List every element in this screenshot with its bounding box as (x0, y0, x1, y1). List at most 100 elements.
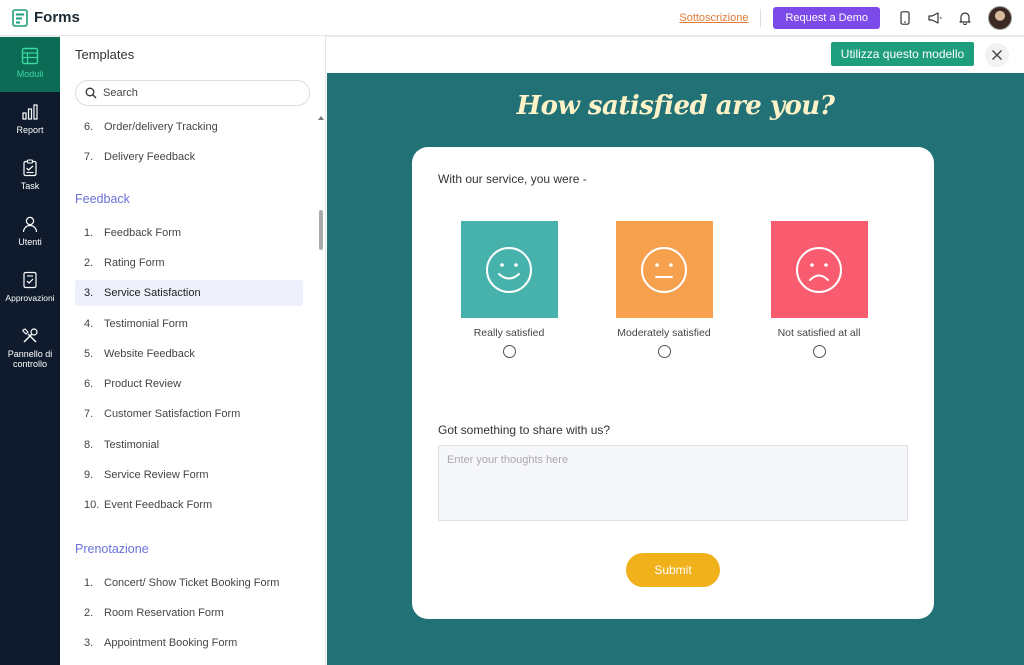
list-item[interactable]: 9. Service Review Form (75, 462, 303, 488)
table-icon (21, 47, 39, 65)
list-item[interactable]: 7. Delivery Feedback (75, 144, 303, 170)
rail-label: Report (16, 125, 44, 135)
item-number: 6. (84, 121, 94, 133)
list-item[interactable]: 6. Order/delivery Tracking (75, 114, 303, 140)
tools-icon (21, 327, 39, 345)
list-item[interactable]: 10. Event Feedback Form (75, 492, 303, 518)
search-box[interactable] (75, 80, 310, 106)
list-item[interactable]: 1. Concert/ Show Ticket Booking Form (75, 570, 303, 596)
item-label: Product Review (104, 378, 182, 390)
option-really-satisfied[interactable]: Really satisfied (431, 221, 587, 358)
rail-label: Task (20, 181, 40, 191)
rail-item-approvazioni[interactable]: Approvazioni (0, 260, 60, 316)
template-list: 6. Order/delivery Tracking 7. Delivery F… (60, 114, 318, 665)
subscription-link[interactable]: Sottoscrizione (679, 12, 748, 24)
submit-button[interactable]: Submit (626, 553, 720, 587)
item-label: Concert/ Show Ticket Booking Form (104, 577, 280, 589)
item-label: Service Satisfaction (104, 287, 201, 299)
search-input[interactable] (103, 87, 293, 99)
item-label: Appointment Booking Form (104, 637, 238, 649)
sad-face-icon[interactable] (770, 221, 868, 318)
question-label: With our service, you were - (438, 172, 587, 186)
use-template-button[interactable]: Utilizza questo modello (831, 42, 974, 66)
divider (760, 9, 762, 27)
radio-button[interactable] (812, 345, 826, 358)
scrollbar[interactable] (318, 114, 324, 665)
topbar-actions: Sottoscrizione Request a Demo (679, 0, 1012, 36)
bell-icon[interactable] (958, 11, 972, 25)
left-nav-rail: Moduli Report Task Utenti Approvazioni P… (0, 36, 60, 665)
radio-button[interactable] (502, 345, 516, 358)
thoughts-textarea[interactable] (438, 445, 908, 521)
mobile-icon[interactable] (898, 11, 912, 25)
list-item[interactable]: 6. Product Review (75, 371, 303, 397)
option-not-satisfied[interactable]: Not satisfied at all (741, 221, 897, 358)
section-title-feedback: Feedback (75, 192, 130, 206)
scroll-up-arrow-icon[interactable] (318, 116, 324, 120)
item-label: Testimonial (104, 439, 160, 451)
item-number: 4. (84, 318, 94, 330)
item-number: 2. (84, 257, 94, 269)
app-name: Forms (34, 9, 80, 26)
section-title-prenotazione: Prenotazione (75, 542, 149, 556)
rail-item-utenti[interactable]: Utenti (0, 204, 60, 260)
list-item-selected[interactable]: 3. Service Satisfaction (75, 280, 303, 306)
question-label: Got something to share with us? (438, 423, 611, 437)
item-number: 9. (84, 469, 94, 481)
item-label: Customer Satisfaction Form (104, 408, 241, 420)
bar-chart-icon (21, 103, 39, 121)
radio-button[interactable] (657, 345, 671, 358)
list-item[interactable]: 2. Rating Form (75, 250, 303, 276)
item-label: Order/delivery Tracking (104, 121, 218, 133)
item-label: Website Feedback (104, 348, 195, 360)
forms-logo-icon (12, 8, 28, 27)
item-number: 10. (84, 499, 100, 511)
list-item[interactable]: 2. Room Reservation Form (75, 600, 303, 626)
list-item[interactable]: 5. Website Feedback (75, 341, 303, 367)
list-item[interactable]: 1. Feedback Form (75, 220, 303, 246)
item-label: Rating Form (104, 257, 165, 269)
list-item[interactable]: 4. Testimonial Form (75, 311, 303, 337)
rail-item-report[interactable]: Report (0, 92, 60, 148)
rail-label: Moduli (16, 69, 44, 79)
option-moderately-satisfied[interactable]: Moderately satisfied (586, 221, 742, 358)
form-card: With our service, you were - Really sati… (412, 147, 934, 619)
rail-label: Utenti (18, 237, 42, 247)
item-number: 1. (84, 577, 94, 589)
clipboard-icon (21, 159, 39, 177)
neutral-face-icon[interactable] (615, 221, 713, 318)
rail-item-task[interactable]: Task (0, 148, 60, 204)
rail-item-moduli[interactable]: Moduli (0, 36, 60, 92)
megaphone-icon[interactable] (928, 11, 942, 25)
list-item[interactable]: 3. Appointment Booking Form (75, 630, 303, 656)
close-icon (992, 50, 1002, 60)
item-number: 3. (84, 287, 94, 299)
item-number: 6. (84, 378, 94, 390)
scrollbar-thumb[interactable] (319, 210, 323, 250)
item-label: Service Review Form (104, 469, 209, 481)
top-bar: Forms Sottoscrizione Request a Demo (0, 0, 1024, 36)
brand[interactable]: Forms (12, 8, 80, 27)
search-icon (85, 87, 97, 99)
close-button[interactable] (985, 43, 1009, 67)
rail-label: Approvazioni (5, 293, 55, 303)
approval-icon (21, 271, 39, 289)
form-title: How satisfied are you? (516, 91, 835, 121)
item-number: 7. (84, 408, 94, 420)
list-item[interactable]: 7. Customer Satisfaction Form (75, 401, 303, 427)
happy-face-icon[interactable] (460, 221, 558, 318)
form-preview: How satisfied are you? With our service,… (327, 73, 1024, 665)
list-item[interactable]: 8. Testimonial (75, 432, 303, 458)
rail-item-pannello[interactable]: Pannello di controllo (0, 316, 60, 376)
option-label: Moderately satisfied (617, 327, 711, 339)
item-number: 8. (84, 439, 94, 451)
rail-label: Pannello di controllo (7, 349, 53, 369)
item-label: Event Feedback Form (104, 499, 213, 511)
request-demo-button[interactable]: Request a Demo (773, 7, 880, 29)
item-label: Testimonial Form (104, 318, 188, 330)
option-label: Really satisfied (473, 327, 545, 339)
avatar[interactable] (988, 6, 1012, 30)
item-number: 7. (84, 151, 94, 163)
templates-title: Templates (75, 46, 135, 62)
item-number: 1. (84, 227, 94, 239)
